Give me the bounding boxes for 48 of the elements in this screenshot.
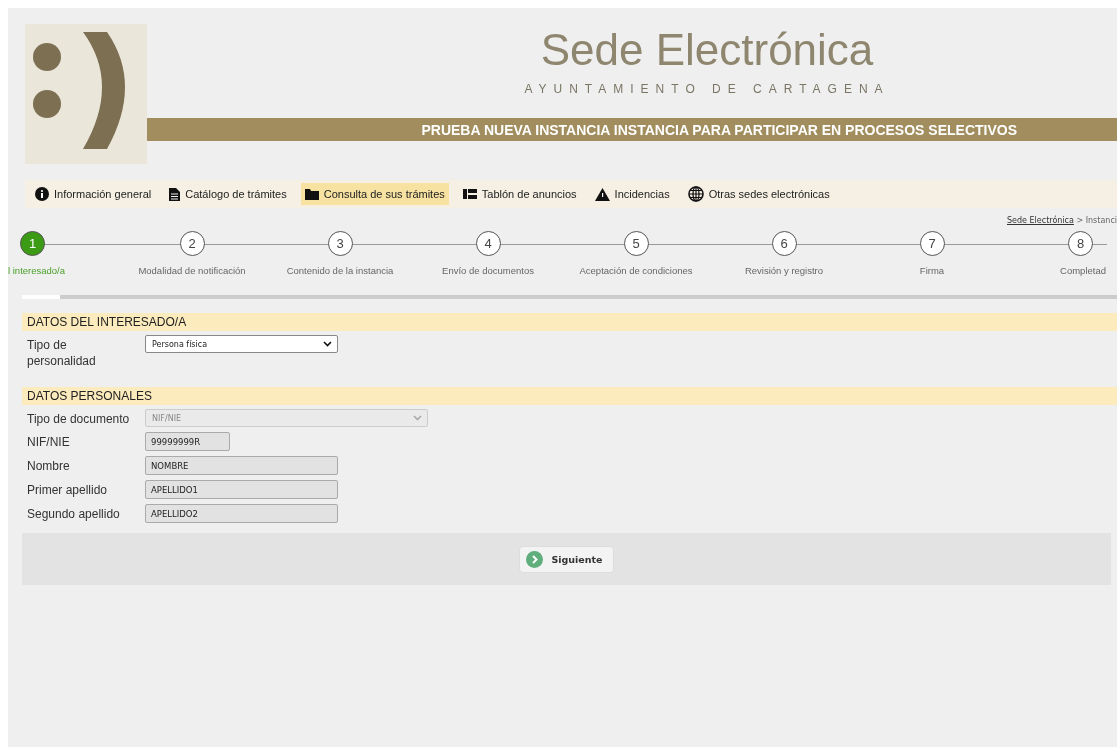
info-icon [35,187,49,201]
warning-icon [594,187,610,201]
chevron-down-icon [413,415,422,421]
step-circle[interactable]: 3 [327,231,353,256]
step-circle[interactable]: 8 [1068,231,1093,256]
site-title: Sede Electrónica [540,24,874,76]
section-header: DATOS DEL INTERESADO/A [22,313,1117,331]
step-label: Completad [1060,265,1106,276]
folder-icon [304,188,319,200]
step-circle[interactable]: 1 [20,231,45,256]
nav-link[interactable]: Catálogo de trámites [165,182,291,206]
board-icon [462,189,477,199]
site-subtitle: AYUNTAMIENTO DE CARTAGENA [524,82,890,96]
select-field[interactable]: Persona física [145,335,338,353]
breadcrumb-current: > Instanci [1076,216,1117,225]
nav-link[interactable]: Otras sedes electrónicas [683,181,834,207]
breadcrumb-link[interactable]: Sede Electrónica [1007,216,1074,225]
field-label: Segundo apellido [27,506,121,522]
step-circle[interactable]: 4 [475,231,501,256]
step-circle[interactable]: 2 [179,231,205,256]
step-scrollbar[interactable] [22,295,1117,299]
field-label: Tipo de personalidad [27,337,97,369]
step-label: l interesado/a [8,265,66,276]
smiley-logo-icon [25,24,147,164]
field-label: Nombre [27,458,71,474]
arrow-right-icon [526,550,544,568]
field-label: Tipo de documento [27,411,131,427]
section-header: DATOS PERSONALES [22,387,1117,405]
field-label: NIF/NIE [27,434,71,450]
document-icon [169,187,181,201]
step-circle[interactable]: 5 [623,231,649,256]
step-label: Contenido de la instancia [286,265,394,276]
step-label: Envío de documentos [442,265,534,276]
step-label: Modalidad de notificación [138,265,246,276]
nav-link[interactable]: Consulta de sus trámites [300,183,449,205]
globe-icon [687,186,704,202]
nav-link[interactable]: Tablón de anuncios [458,183,581,205]
step-label: Revisión y registro [744,265,824,276]
field-label: Primer apellido [27,482,109,498]
nav-link[interactable]: Incidencias [590,182,674,206]
step-circle[interactable]: 7 [919,231,945,256]
step-label: Aceptación de condiciones [579,265,693,276]
nav-link[interactable]: Información general [31,182,156,206]
step-label: Firma [919,265,945,276]
step-circle[interactable]: 6 [771,231,797,256]
chevron-down-icon [323,341,332,347]
next-button[interactable]: Siguiente [519,545,614,573]
procedure-banner: PRUEBA NUEVA INSTANCIA INSTANCIA PARA PARTICIPAR EN PROCESOS SELECTIVOS [147,118,1117,141]
